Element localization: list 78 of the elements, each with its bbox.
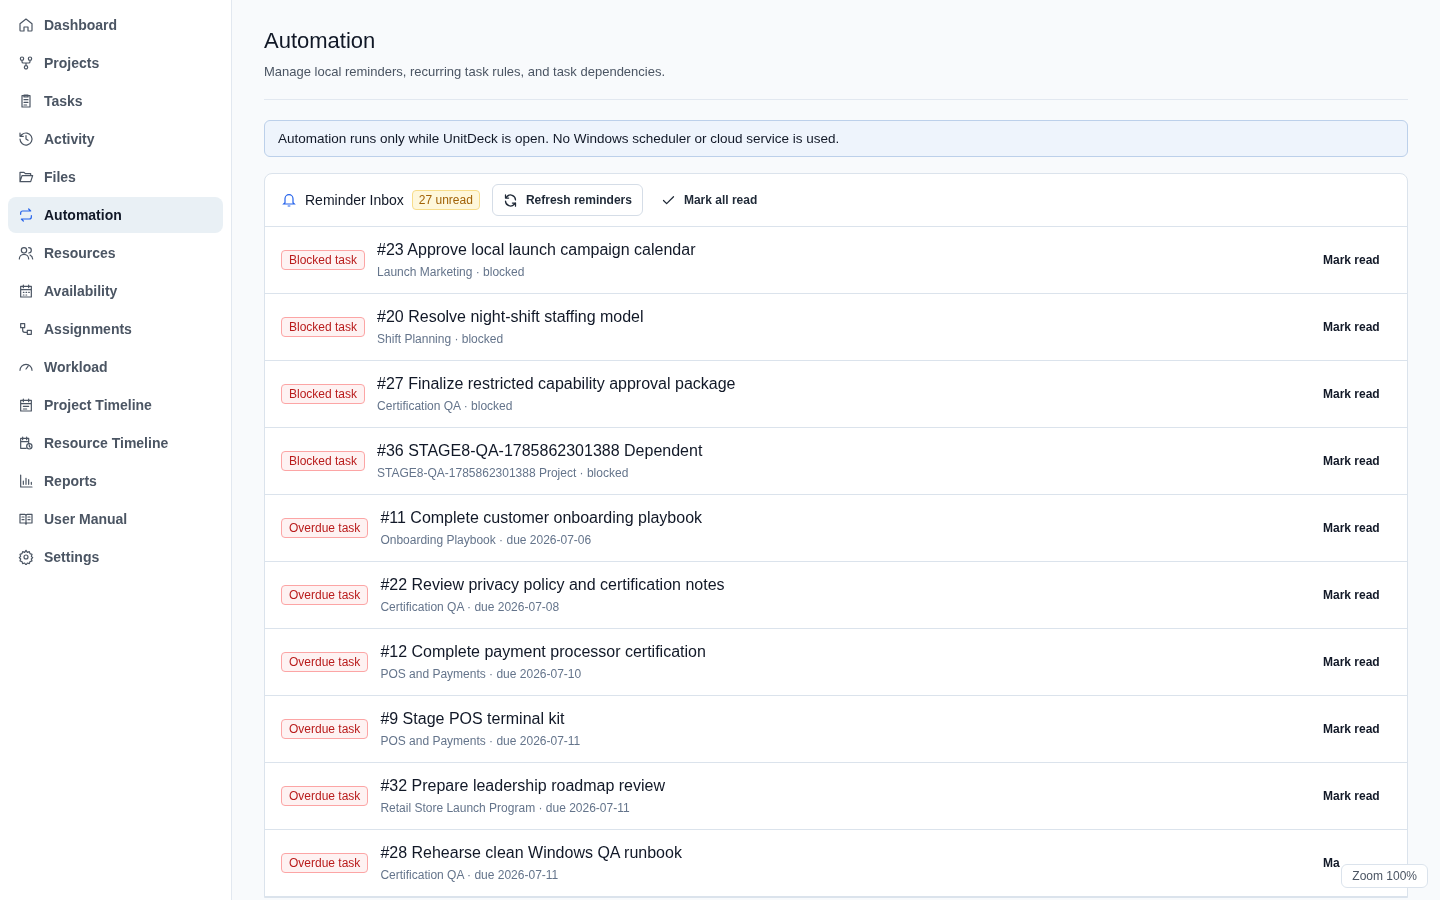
- clipboard-icon: [18, 93, 34, 109]
- reminder-title: #11 Complete customer onboarding playbook: [380, 509, 704, 527]
- connection-icon: [18, 321, 34, 337]
- info-notice: Automation runs only while UnitDeck is open. No Windows scheduler or cloud service is used.: [264, 120, 1408, 157]
- reminder-title: #22 Review privacy policy and certification notes: [380, 576, 726, 594]
- status-badge: Overdue task: [281, 518, 369, 538]
- settings-icon: [18, 549, 34, 565]
- reminder-title: #9 Stage POS terminal kit: [380, 710, 566, 728]
- history-icon: [18, 131, 34, 147]
- calendar-clock-icon: [18, 435, 34, 451]
- reminder-title: #12 Complete payment processor certification: [380, 643, 707, 661]
- refresh-button[interactable]: Refresh reminders: [491, 184, 643, 216]
- sidebar-item[interactable]: Settings: [8, 539, 223, 575]
- mark-read-button[interactable]: Mark read: [1323, 249, 1381, 271]
- sidebar-item[interactable]: Projects: [8, 45, 223, 81]
- page-subtitle: Manage local reminders, recurring task rules, and task dependencies.: [264, 64, 667, 79]
- reminder-meta: POS and Payments · due 2026-07-10: [380, 667, 583, 681]
- mark-read-button[interactable]: Mark read: [1323, 718, 1381, 740]
- mark-read-button[interactable]: Mark read: [1323, 383, 1381, 405]
- reminder-meta: POS and Payments · due 2026-07-11: [380, 734, 582, 748]
- mark-read-button[interactable]: Mark read: [1323, 584, 1381, 606]
- branch-icon: [18, 55, 34, 71]
- sidebar-item[interactable]: Resources: [8, 235, 223, 271]
- sidebar-item[interactable]: Availability: [8, 273, 223, 309]
- calendar-icon: [18, 397, 34, 413]
- mark-read-button[interactable]: Mark read: [1323, 651, 1381, 673]
- inbox-title: Reminder Inbox: [305, 192, 404, 208]
- home-icon: [18, 17, 34, 33]
- status-badge: Overdue task: [281, 719, 369, 739]
- sidebar-item[interactable]: Activity: [8, 121, 223, 157]
- reminder-title: #27 Finalize restricted capability approval package: [377, 375, 737, 393]
- mark-all-read-button[interactable]: Mark all read: [650, 184, 768, 216]
- status-badge: Overdue task: [281, 853, 369, 873]
- folder-icon: [18, 169, 34, 185]
- status-badge: Overdue task: [281, 786, 369, 806]
- status-badge: Overdue task: [281, 585, 369, 605]
- bar-chart-icon: [18, 473, 34, 489]
- status-badge: Blocked task: [281, 250, 366, 270]
- zoom-tooltip: Zoom 100%: [1341, 864, 1428, 888]
- status-badge: Overdue task: [281, 652, 369, 672]
- reminder-meta: Shift Planning · blocked: [377, 332, 505, 346]
- bell-icon: [281, 192, 297, 208]
- sidebar-item[interactable]: Dashboard: [8, 7, 223, 43]
- reminder-meta: Launch Marketing · blocked: [377, 265, 526, 279]
- repeat-icon: [18, 207, 34, 223]
- sidebar-item[interactable]: Automation: [8, 197, 223, 233]
- sidebar-item[interactable]: Assignments: [8, 311, 223, 347]
- reminder-meta: Certification QA · due 2026-07-11: [380, 868, 560, 882]
- page-title: Automation: [264, 28, 377, 54]
- reminder-title: #20 Resolve night-shift staffing model: [377, 308, 645, 326]
- mark-read-button[interactable]: Mark read: [1323, 517, 1381, 539]
- status-badge: Blocked task: [281, 384, 366, 404]
- reminder-meta: STAGE8-QA-1785862301388 Project · blocked: [377, 466, 630, 480]
- reminder-title: #28 Rehearse clean Windows QA runbook: [380, 844, 683, 862]
- reminder-title: #36 STAGE8-QA-1785862301388 Dependent: [377, 442, 704, 460]
- sidebar-item[interactable]: Files: [8, 159, 223, 195]
- sidebar-item[interactable]: Workload: [8, 349, 223, 385]
- book-icon: [18, 511, 34, 527]
- reminder-meta: Certification QA · due 2026-07-08: [380, 600, 561, 614]
- mark-read-button[interactable]: Mark read: [1323, 316, 1381, 338]
- status-badge: Blocked task: [281, 451, 366, 471]
- sidebar-item[interactable]: Project Timeline: [8, 387, 223, 423]
- sidebar-item[interactable]: User Manual: [8, 501, 223, 537]
- mark-read-button[interactable]: Mark read: [1323, 450, 1381, 472]
- reminder-meta: Certification QA · blocked: [377, 399, 514, 413]
- calendar-icon: [18, 283, 34, 299]
- status-badge: Blocked task: [281, 317, 366, 337]
- sidebar-item[interactable]: Resource Timeline: [8, 425, 223, 461]
- reminder-title: #32 Prepare leadership roadmap review: [380, 777, 666, 795]
- unread-count: 27 unread: [411, 190, 480, 210]
- refresh-icon: [502, 192, 518, 208]
- reminder-title: #23 Approve local launch campaign calendar: [377, 241, 697, 259]
- reminder-meta: Retail Store Launch Program · due 2026-07-11: [380, 801, 631, 815]
- sidebar-item[interactable]: Tasks: [8, 83, 223, 119]
- reminder-meta: Onboarding Playbook · due 2026-07-06: [380, 533, 593, 547]
- users-icon: [18, 245, 34, 261]
- mark-read-button[interactable]: Mark read: [1323, 785, 1381, 807]
- sidebar-item[interactable]: Reports: [8, 463, 223, 499]
